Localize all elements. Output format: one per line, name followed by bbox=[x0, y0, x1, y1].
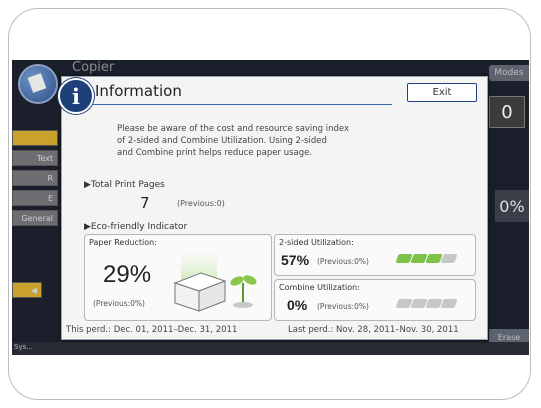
paper-reduction-value: 29% bbox=[103, 261, 152, 288]
side-button-panel: Text R E General ◀ bbox=[12, 130, 58, 310]
side-button-r[interactable]: R bbox=[12, 170, 58, 186]
status-bar-label: Sys... bbox=[14, 343, 33, 351]
two-sided-previous: (Previous:0%) bbox=[317, 257, 369, 266]
combine-previous: (Previous:0%) bbox=[317, 302, 369, 311]
copier-logo-icon bbox=[18, 64, 58, 104]
information-dialog: i Information Exit Please be aware of th… bbox=[58, 76, 488, 340]
side-button-e[interactable]: E bbox=[12, 190, 58, 206]
ratio-display: 0% bbox=[495, 190, 529, 222]
combine-value: 0% bbox=[287, 297, 308, 313]
info-icon: i bbox=[58, 78, 94, 114]
copy-counter: 0 bbox=[489, 96, 525, 128]
side-arrow-button[interactable]: ◀ bbox=[12, 282, 42, 298]
total-print-pages-previous: (Previous:0) bbox=[177, 199, 225, 208]
paper-reduction-panel: Paper Reduction: 29% (Previous:0%) bbox=[84, 234, 272, 321]
modes-tab[interactable]: Modes bbox=[489, 65, 529, 81]
side-button-general[interactable]: General bbox=[12, 210, 58, 226]
two-sided-panel: 2-sided Utilization: 57% (Previous:0%) bbox=[274, 234, 476, 276]
leaf-icon bbox=[440, 254, 458, 263]
eco-indicator-label: ▶Eco-friendly Indicator bbox=[84, 222, 188, 232]
total-print-pages-label: ▶Total Print Pages bbox=[84, 180, 165, 190]
notice-line: Please be aware of the cost and resource… bbox=[117, 124, 350, 134]
combine-leaf-rating bbox=[395, 293, 458, 312]
app-title: Copier bbox=[72, 60, 115, 75]
status-bar bbox=[12, 342, 529, 355]
two-sided-label: 2-sided Utilization: bbox=[279, 238, 354, 247]
paper-reduction-previous: (Previous:0%) bbox=[93, 299, 145, 308]
leaf-icon bbox=[440, 299, 458, 308]
this-period: This perd.: Dec. 01, 2011–Dec. 31, 2011 bbox=[66, 325, 238, 335]
last-period: Last perd.: Nov. 28, 2011–Nov. 30, 2011 bbox=[288, 325, 459, 335]
combine-panel: Combine Utilization: 0% (Previous:0%) bbox=[274, 279, 476, 321]
side-button-1[interactable] bbox=[12, 130, 58, 146]
notice-text: Please be aware of the cost and resource… bbox=[117, 123, 417, 159]
exit-button[interactable]: Exit bbox=[407, 83, 477, 102]
notice-line: of 2-sided and Combine Utilization. Usin… bbox=[117, 136, 327, 146]
dialog-header: i Information Exit bbox=[58, 77, 487, 114]
dialog-title: Information bbox=[95, 82, 182, 100]
side-button-text[interactable]: Text bbox=[12, 150, 58, 166]
paper-box-plant-icon bbox=[173, 249, 257, 312]
paper-reduction-label: Paper Reduction: bbox=[89, 238, 157, 247]
combine-label: Combine Utilization: bbox=[279, 283, 360, 292]
total-print-pages-value: 7 bbox=[140, 194, 150, 212]
title-divider bbox=[92, 104, 392, 105]
two-sided-leaf-rating bbox=[395, 248, 458, 267]
notice-line: and Combine print helps reduce paper usa… bbox=[117, 148, 313, 158]
two-sided-value: 57% bbox=[281, 252, 310, 268]
